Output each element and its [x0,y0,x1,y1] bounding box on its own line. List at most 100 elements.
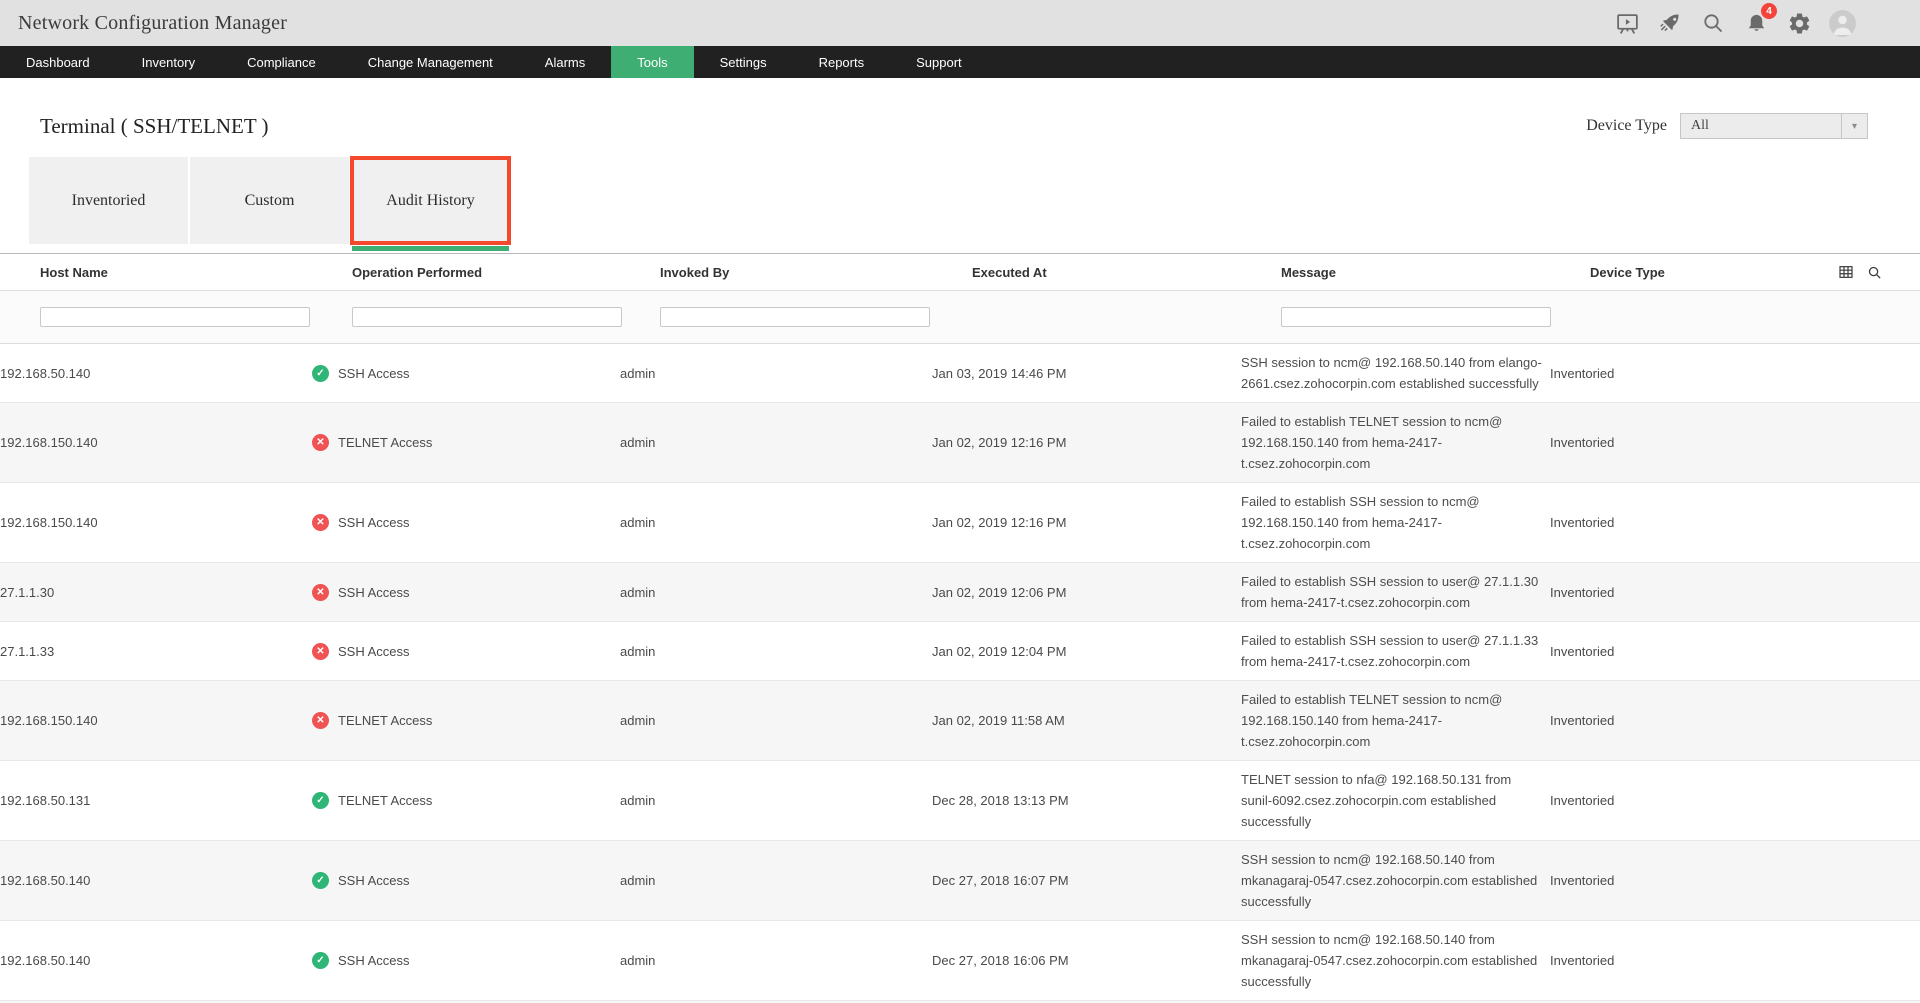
settings-gear-icon[interactable] [1786,10,1812,36]
demo-screen-icon[interactable] [1614,10,1640,36]
tab-label: Audit History [386,192,474,210]
nav-item[interactable]: Change Management [342,46,519,78]
table-row: 192.168.50.140 SSH Access admin Jan 03, … [0,344,1920,403]
operation-status-icon [312,434,329,451]
operation-cell: SSH Access [312,641,620,662]
device-type-label: Device Type [1586,117,1667,135]
tab[interactable]: Custom [190,157,349,244]
message-cell: TELNET session to nfa@ 192.168.50.131 fr… [1241,769,1550,832]
invoked-by-cell: admin [620,870,932,891]
operation-label: SSH Access [338,870,410,891]
executed-at-cell: Jan 02, 2019 12:16 PM [932,432,1241,453]
device-type-cell: Inventoried [1550,512,1920,533]
page-head: Terminal ( SSH/TELNET ) Device Type All … [0,78,1920,140]
operation-cell: TELNET Access [312,432,620,453]
operation-cell: TELNET Access [312,710,620,731]
nav-item-label: Inventory [142,55,195,70]
nav-item[interactable]: Reports [793,46,891,78]
operation-status-icon [312,643,329,660]
operation-label: TELNET Access [338,432,432,453]
tab-label: Custom [245,192,295,210]
search-icon[interactable] [1700,10,1726,36]
table-header: Host Name Operation Performed Invoked By… [0,254,1920,291]
nav-item[interactable]: Tools [611,46,693,78]
col-host-name[interactable]: Host Name [40,265,352,280]
col-device-type[interactable]: Device Type [1590,265,1880,280]
operation-cell: SSH Access [312,512,620,533]
nav-item-label: Compliance [247,55,316,70]
operation-label: TELNET Access [338,790,432,811]
operation-label: SSH Access [338,641,410,662]
table-row: 192.168.150.140 TELNET Access admin Jan … [0,403,1920,483]
table-row: 27.1.1.30 SSH Access admin Jan 02, 2019 … [0,563,1920,622]
message-cell: Failed to establish TELNET session to nc… [1241,689,1550,752]
host-name-cell: 192.168.50.140 [0,870,312,891]
tab[interactable]: Audit History [351,157,510,244]
host-name-cell: 192.168.150.140 [0,710,312,731]
filter-host-input[interactable] [40,307,310,327]
rocket-icon[interactable] [1657,10,1683,36]
executed-at-cell: Jan 02, 2019 12:04 PM [932,641,1241,662]
nav-item[interactable]: Inventory [116,46,221,78]
nav-item-label: Settings [720,55,767,70]
user-avatar[interactable] [1829,10,1856,37]
topbar-icon-group: 4 [1614,10,1856,37]
chevron-down-icon[interactable]: ▾ [1841,114,1867,138]
table-row: 192.168.50.131 TELNET Access admin Dec 2… [0,761,1920,841]
nav-item-label: Dashboard [26,55,90,70]
notification-badge: 4 [1761,3,1777,19]
nav-item[interactable]: Dashboard [0,46,116,78]
invoked-by-cell: admin [620,641,932,662]
host-name-cell: 192.168.150.140 [0,512,312,533]
nav-item[interactable]: Support [890,46,988,78]
device-type-cell: Inventoried [1550,950,1920,971]
device-type-cell: Inventoried [1550,432,1920,453]
operation-label: SSH Access [338,363,410,384]
operation-cell: SSH Access [312,582,620,603]
main-nav: Dashboard Inventory Compliance Change Ma… [0,46,1920,78]
table-search-icon[interactable] [1867,265,1882,280]
table-row: 192.168.50.140 SSH Access admin Dec 27, … [0,921,1920,1001]
nav-item[interactable]: Settings [694,46,793,78]
operation-status-icon [312,365,329,382]
col-executed-at[interactable]: Executed At [972,265,1281,280]
nav-item[interactable]: Alarms [519,46,611,78]
column-chooser-icon[interactable] [1838,264,1854,280]
message-cell: Failed to establish SSH session to user@… [1241,630,1550,672]
message-cell: SSH session to ncm@ 192.168.50.140 from … [1241,849,1550,912]
operation-label: SSH Access [338,950,410,971]
invoked-by-cell: admin [620,512,932,533]
tab[interactable]: Inventoried [29,157,188,244]
nav-item[interactable]: Compliance [221,46,342,78]
host-name-cell: 192.168.150.140 [0,432,312,453]
host-name-cell: 192.168.50.131 [0,790,312,811]
col-operation-performed[interactable]: Operation Performed [352,265,660,280]
nav-item-label: Support [916,55,962,70]
invoked-by-cell: admin [620,582,932,603]
device-type-cell: Inventoried [1550,790,1920,811]
nav-item-label: Change Management [368,55,493,70]
device-type-value: All [1681,118,1841,134]
device-type-control: Device Type All ▾ [1586,113,1868,139]
operation-label: TELNET Access [338,710,432,731]
table-body: 192.168.50.140 SSH Access admin Jan 03, … [0,344,1920,1003]
executed-at-cell: Dec 27, 2018 16:06 PM [932,950,1241,971]
filter-row [0,291,1920,344]
device-type-select[interactable]: All ▾ [1680,113,1868,139]
filter-invoked-by-input[interactable] [660,307,930,327]
device-type-cell: Inventoried [1550,710,1920,731]
filter-message-input[interactable] [1281,307,1551,327]
message-cell: SSH session to ncm@ 192.168.50.140 from … [1241,929,1550,992]
filter-operation-input[interactable] [352,307,622,327]
executed-at-cell: Jan 02, 2019 12:06 PM [932,582,1241,603]
host-name-cell: 192.168.50.140 [0,950,312,971]
col-message[interactable]: Message [1281,265,1590,280]
executed-at-cell: Jan 02, 2019 12:16 PM [932,512,1241,533]
executed-at-cell: Dec 28, 2018 13:13 PM [932,790,1241,811]
top-bar: Network Configuration Manager [0,0,1920,46]
table-row: 192.168.150.140 SSH Access admin Jan 02,… [0,483,1920,563]
operation-status-icon [312,792,329,809]
table-row: 192.168.50.140 SSH Access admin Dec 27, … [0,841,1920,921]
col-invoked-by[interactable]: Invoked By [660,265,972,280]
notification-bell-icon[interactable]: 4 [1743,10,1769,36]
